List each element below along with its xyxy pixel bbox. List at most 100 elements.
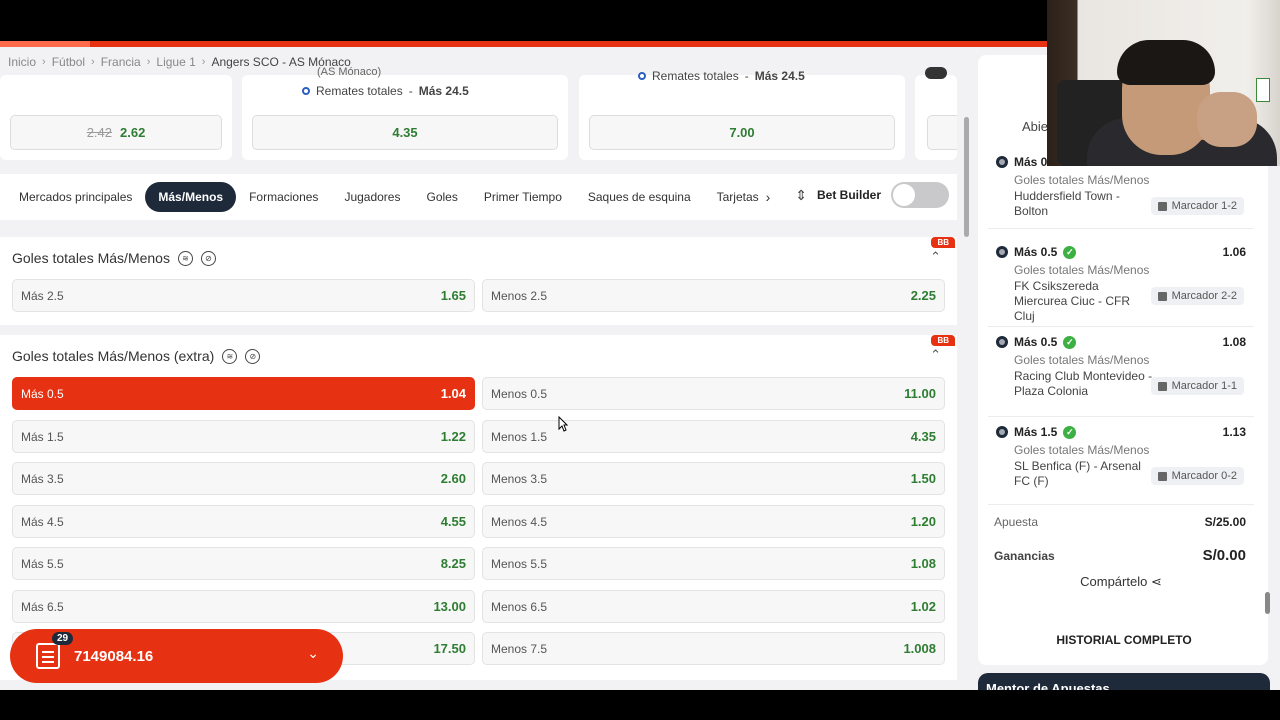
winnings-row: Ganancias S/0.00 [994,547,1246,564]
selection-under[interactable]: Menos 0.5 11.00 [482,377,945,410]
bet-card-3: Remates totales - Más 24.5 7.00 [579,69,905,160]
scoreboard-badge[interactable]: Marcador 0-2 [1150,467,1244,485]
bet-card-odd-button[interactable]: 7.00 [589,115,895,150]
selection-under[interactable]: Menos 5.5 1.08 [482,547,945,580]
selection-over[interactable]: Más 3.5 2.60 [12,462,475,495]
new-odd: 2.62 [120,125,146,140]
market-goles-totales: BB Goles totales Más/Menos ≋ ⊘ ⌃ Más 2.5… [0,237,957,325]
chevron-up-icon[interactable]: ⌃ [930,347,941,363]
bb-badge: BB [931,237,955,248]
tab-abiertas[interactable]: Abie [1022,119,1048,134]
tab-mas-menos[interactable]: Más/Menos [145,182,237,212]
selection-over[interactable]: Más 5.5 8.25 [12,547,475,580]
bb-badge: BB [931,335,955,346]
tab-tarjetas[interactable]: Tarjetas [704,182,772,212]
football-icon [996,426,1008,438]
stake-row: Apuesta S/25.00 [994,515,1246,529]
bullet-icon [302,87,310,95]
bottom-black-bar [0,690,1280,720]
chevron-right-icon: › [201,56,206,68]
breadcrumb: Inicio › Fútbol › Francia › Ligue 1 › Angers… [8,55,351,69]
selection-under[interactable]: Menos 1.5 4.35 [482,420,945,453]
share-button[interactable]: Compártelo ⋖ [988,574,1254,590]
tab-primer-tiempo[interactable]: Primer Tiempo [471,182,575,212]
scoreboard-badge[interactable]: Marcador 1-2 [1150,197,1244,215]
chevron-down-icon[interactable]: ⌄ [307,645,319,662]
chevron-up-icon[interactable]: ⌃ [930,249,941,265]
slip-amount: 7149084.16 [74,647,154,665]
selection-under[interactable]: Menos 7.5 1.008 [482,632,945,665]
selection-under[interactable]: Menos 2.5 2.25 [482,279,945,312]
football-icon [996,246,1008,258]
page-scrollbar[interactable] [964,117,969,237]
bet-card-odd-button[interactable]: 2.42 2.62 [10,115,222,150]
bet-card-odd-button[interactable] [927,115,957,150]
scoreboard-badge[interactable]: Marcador 2-2 [1150,287,1244,305]
webcam-overlay [1047,0,1280,166]
toggle-knob [893,184,915,206]
selection-over[interactable]: Más 2.5 1.65 [12,279,475,312]
share-icon: ⋖ [1150,574,1162,589]
scoreboard-badge[interactable]: Marcador 1-1 [1150,377,1244,395]
expand-vertical-icon[interactable]: ⇕ [795,187,807,204]
breadcrumb-country[interactable]: Francia [101,55,141,69]
scoreboard-icon [1157,381,1167,391]
scoreboard-icon [1157,471,1167,481]
tab-formaciones[interactable]: Formaciones [236,182,331,212]
bet-card-4-partial [915,67,957,160]
selection-under[interactable]: Menos 6.5 1.02 [482,590,945,623]
breadcrumb-league[interactable]: Ligue 1 [156,55,195,69]
no-cashout-icon[interactable]: ⊘ [200,250,216,266]
bet-builder-toggle[interactable] [891,182,949,208]
statistics-icon[interactable]: ≋ [222,348,238,364]
tab-saques-de-esquina[interactable]: Saques de esquina [575,182,704,212]
history-button[interactable]: HISTORIAL COMPLETO [978,633,1270,647]
mouse-cursor-icon [558,416,568,432]
breadcrumb-sport[interactable]: Fútbol [52,55,85,69]
check-icon: ✓ [1063,425,1077,439]
tab-jugadores[interactable]: Jugadores [331,182,413,212]
tab-goles[interactable]: Goles [413,182,470,212]
top-black-bar [0,0,1047,41]
chevron-right-icon: › [42,56,46,68]
panel-scrollbar[interactable] [1265,592,1270,614]
football-icon [996,336,1008,348]
chevron-right-icon[interactable]: › [766,189,771,205]
slip-count-badge: 29 [52,632,74,645]
mentor-panel[interactable]: Mentor de Apuestas [978,673,1270,690]
bet-builder-label: Bet Builder [816,188,881,202]
selection-over[interactable]: Más 4.5 4.55 [12,505,475,538]
check-icon: ✓ [1063,335,1077,349]
bet-slip-bar[interactable]: 29 7149084.16 ⌄ [10,629,343,683]
market-title: Goles totales Más/Menos (extra) ≋ ⊘ [12,348,261,364]
bet-card-2: (AS Mónaco) Remates totales - Más 24.5 4.3… [242,66,568,160]
receipt-icon [36,643,60,669]
scoreboard-icon [1157,201,1167,211]
selection-over[interactable]: Más 6.5 13.00 [12,590,475,623]
selection-over-selected[interactable]: Más 0.5 1.04 [12,377,475,410]
bet-leg: Más 1.5 ✓ 1.13 Goles totales Más/Menos SL… [988,417,1254,505]
football-icon [996,156,1008,168]
selection-under[interactable]: Menos 3.5 1.50 [482,462,945,495]
scoreboard-icon [1157,291,1167,301]
statistics-icon[interactable]: ≋ [177,250,193,266]
check-icon: ✓ [1063,245,1077,259]
market-tabs: Mercados principales Más/Menos Formacion… [0,174,957,220]
bet-leg: Más 0.5 ✓ 1.06 Goles totales Más/Menos FK… [988,237,1254,327]
bet-card-note-partial: (AS Mónaco) [317,66,382,78]
selection-under[interactable]: Menos 4.5 1.20 [482,505,945,538]
bet-builder-toggle-area: ⇕ Bet Builder [795,182,949,208]
bet-leg: Más 0.5 ✓ 1.08 Goles totales Más/Menos Ra… [988,327,1254,417]
bet-card-note: Remates totales - Más 24.5 [302,84,469,98]
tab-mercados-principales[interactable]: Mercados principales [6,182,145,212]
old-odd: 2.42 [86,125,112,140]
breadcrumb-home[interactable]: Inicio [8,55,36,69]
bet-card-odd-button[interactable]: 4.35 [252,115,558,150]
bet-card-1: 2.42 2.62 [0,75,232,160]
selection-over[interactable]: Más 1.5 1.22 [12,420,475,453]
bullet-icon [638,72,646,80]
bet-card-note: Remates totales - Más 24.5 [638,69,805,83]
chevron-right-icon: › [91,56,95,68]
no-cashout-icon[interactable]: ⊘ [245,348,261,364]
chevron-right-icon: › [146,56,151,68]
